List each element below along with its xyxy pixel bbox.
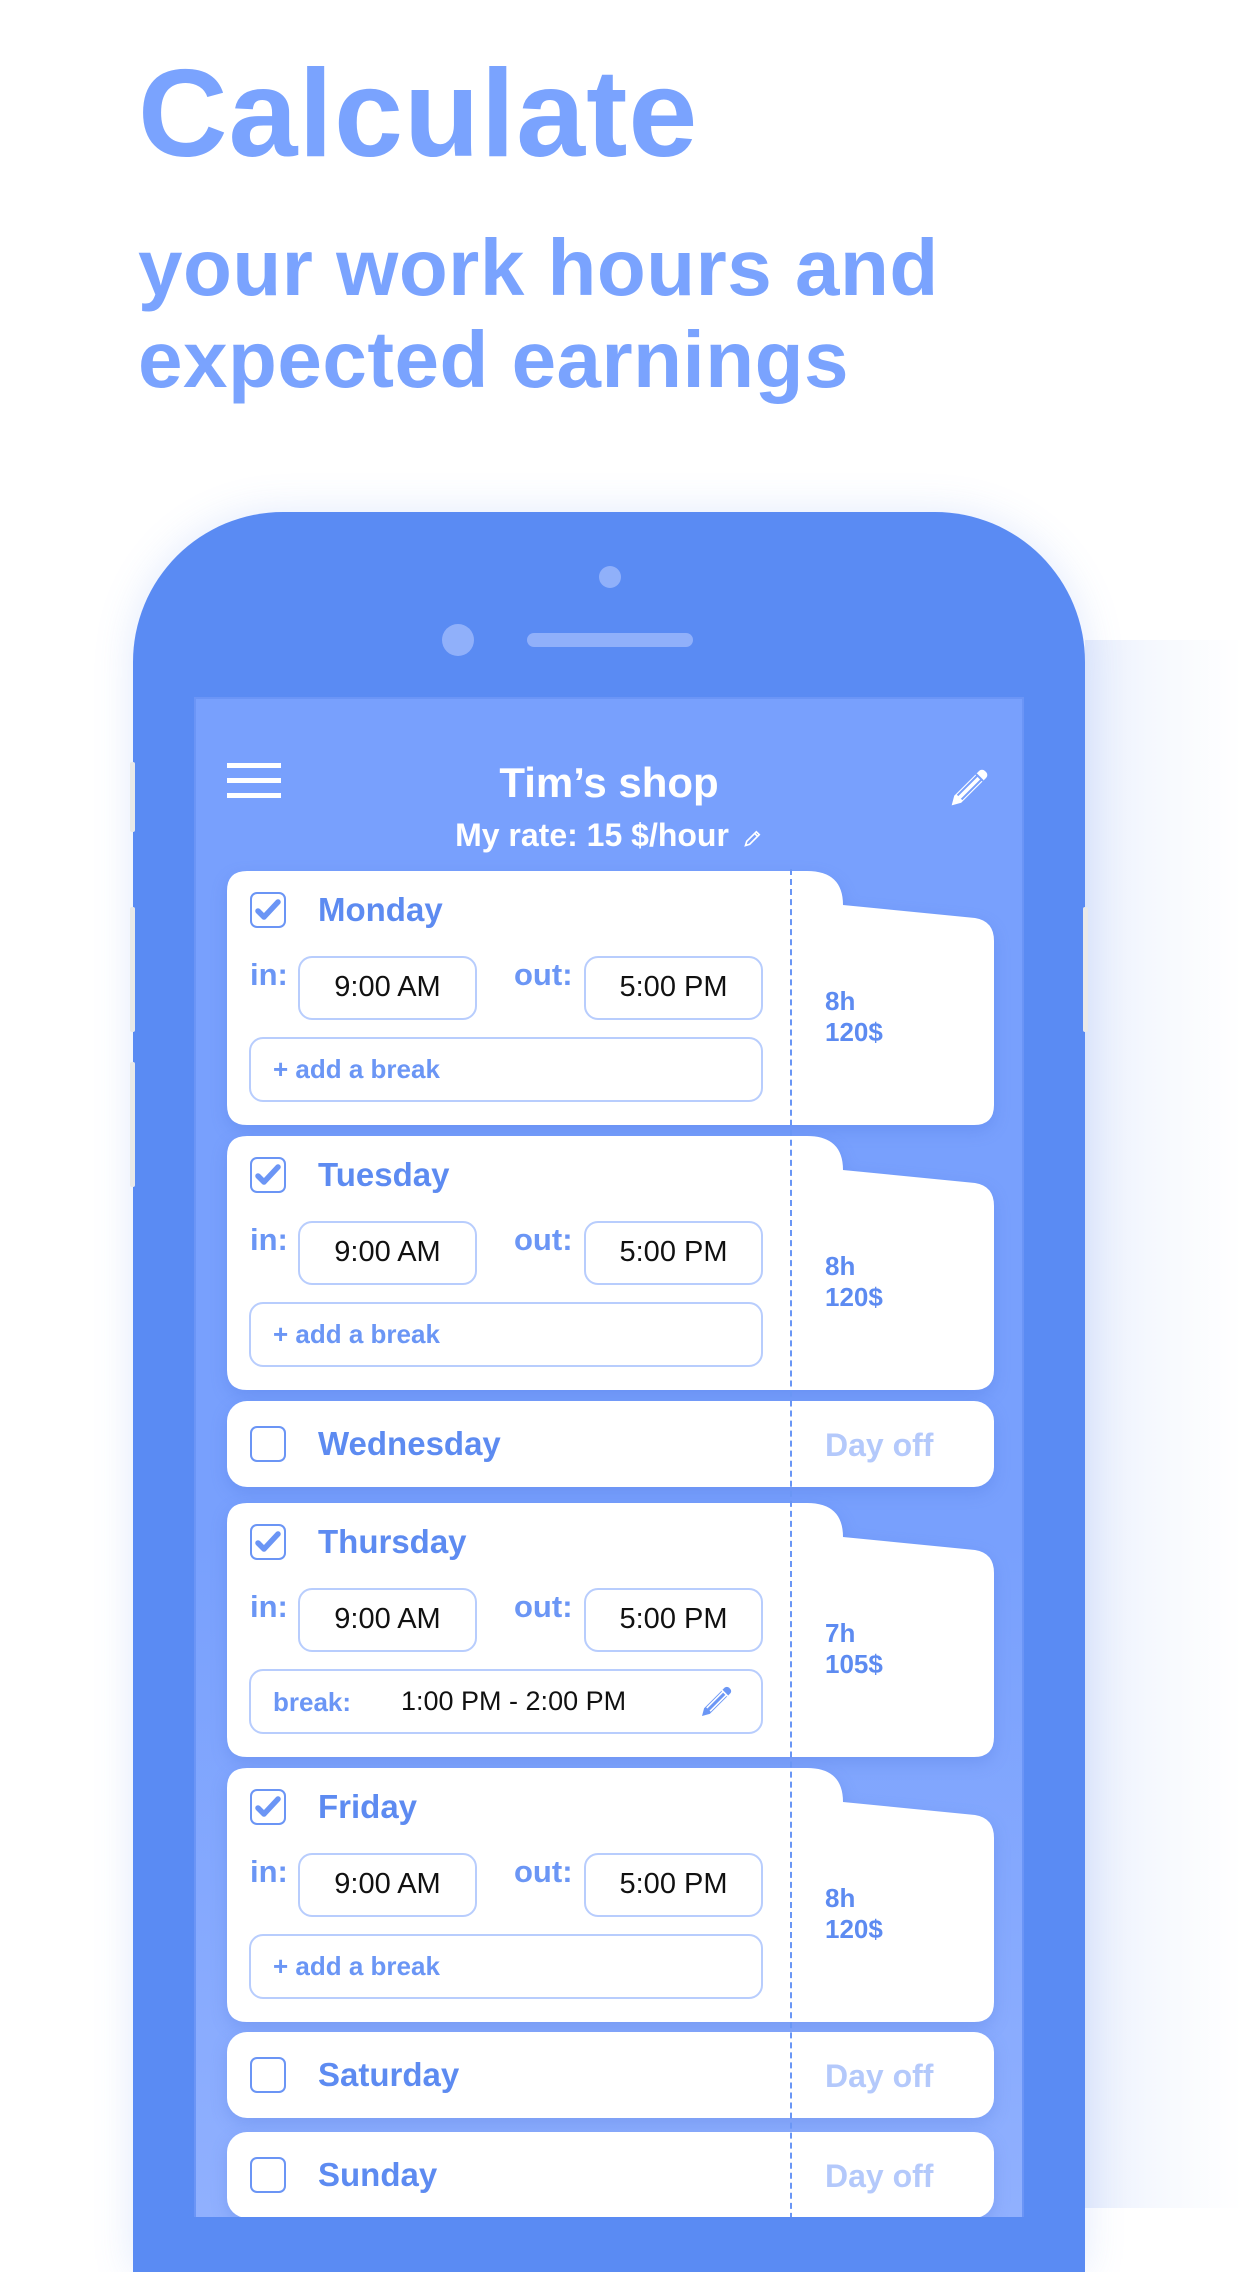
- promo-subheadline: your work hours and expected earnings: [138, 222, 939, 406]
- day-card-wednesday: Wednesday Day off: [227, 1401, 994, 1487]
- in-time-field[interactable]: 9:00 AM: [298, 1853, 477, 1917]
- in-time-field[interactable]: 9:00 AM: [298, 956, 477, 1020]
- checkmark-icon: [255, 899, 281, 920]
- day-summary: 7h 105$: [825, 1618, 883, 1680]
- phone-speaker: [527, 633, 693, 647]
- out-time-field[interactable]: 5:00 PM: [584, 1221, 763, 1285]
- in-time-field[interactable]: 9:00 AM: [298, 1221, 477, 1285]
- day-checkbox[interactable]: [250, 1789, 286, 1825]
- day-name: Tuesday: [318, 1156, 450, 1193]
- checkmark-icon: [255, 1796, 281, 1817]
- in-label: in:: [250, 1222, 288, 1257]
- out-time-field[interactable]: 5:00 PM: [584, 956, 763, 1020]
- pencil-icon[interactable]: [743, 819, 763, 856]
- add-break-label: + add a break: [273, 1054, 440, 1084]
- out-label: out:: [514, 957, 573, 992]
- phone-side-button-volume-up: [130, 907, 135, 1032]
- day-checkbox[interactable]: [250, 2157, 286, 2193]
- day-card-friday: Friday in: 9:00 AM out: 5:00 PM + add a …: [227, 1768, 994, 2022]
- day-name: Sunday: [318, 2156, 438, 2193]
- checkmark-icon: [255, 1164, 281, 1185]
- day-card-monday: Monday in: 9:00 AM out: 5:00 PM + add a …: [227, 871, 994, 1125]
- rate-row[interactable]: My rate: 15 $/hour: [196, 817, 1022, 856]
- app-screen: Tim’s shop My rate: 15 $/hour Monday in:…: [194, 697, 1024, 2217]
- day-hours: 8h: [825, 986, 856, 1016]
- day-earnings: 120$: [825, 1017, 883, 1047]
- phone-shadow: [1085, 640, 1242, 2208]
- day-checkbox[interactable]: [250, 892, 286, 928]
- edit-button[interactable]: [948, 765, 992, 809]
- day-card-thursday: Thursday in: 9:00 AM out: 5:00 PM break:…: [227, 1503, 994, 1757]
- day-checkbox[interactable]: [250, 1426, 286, 1462]
- day-name: Monday: [318, 891, 443, 928]
- phone-front-camera: [442, 624, 474, 656]
- day-name: Wednesday: [318, 1425, 501, 1462]
- break-label: break:: [273, 1687, 352, 1717]
- out-time-field[interactable]: 5:00 PM: [584, 1853, 763, 1917]
- phone-side-button-volume-down: [130, 1062, 135, 1187]
- in-label: in:: [250, 1854, 288, 1889]
- day-earnings: 120$: [825, 1282, 883, 1312]
- day-card-tuesday: Tuesday in: 9:00 AM out: 5:00 PM + add a…: [227, 1136, 994, 1390]
- day-hours: 8h: [825, 1251, 856, 1281]
- phone-proximity-sensor: [599, 566, 621, 588]
- day-checkbox[interactable]: [250, 1524, 286, 1560]
- day-earnings: 105$: [825, 1649, 883, 1679]
- day-card-sunday: Sunday Day off: [227, 2132, 994, 2217]
- add-break-button[interactable]: + add a break: [249, 1934, 763, 1999]
- break-time-range: 1:00 PM - 2:00 PM: [401, 1686, 627, 1716]
- out-label: out:: [514, 1222, 573, 1257]
- day-name: Saturday: [318, 2056, 460, 2093]
- rate-text: My rate: 15 $/hour: [455, 817, 729, 853]
- day-checkbox[interactable]: [250, 2057, 286, 2093]
- day-summary: 8h 120$: [825, 1883, 883, 1945]
- break-field[interactable]: break: 1:00 PM - 2:00 PM: [249, 1669, 763, 1734]
- shop-title: Tim’s shop: [499, 759, 719, 806]
- edit-break-pencil-icon[interactable]: [699, 1683, 735, 1724]
- in-label: in:: [250, 957, 288, 992]
- phone-side-button-power: [1083, 907, 1088, 1032]
- add-break-button[interactable]: + add a break: [249, 1302, 763, 1367]
- day-off-status: Day off: [825, 2058, 934, 2094]
- promo-headline: Calculate: [138, 45, 699, 183]
- out-label: out:: [514, 1854, 573, 1889]
- day-name: Thursday: [318, 1523, 467, 1560]
- promo-subheadline-line-2: expected earnings: [138, 315, 849, 404]
- in-label: in:: [250, 1589, 288, 1624]
- out-label: out:: [514, 1589, 573, 1624]
- day-off-status: Day off: [825, 2158, 934, 2194]
- day-card-saturday: Saturday Day off: [227, 2032, 994, 2118]
- add-break-label: + add a break: [273, 1951, 440, 1981]
- pencil-icon: [951, 769, 988, 806]
- add-break-button[interactable]: + add a break: [249, 1037, 763, 1102]
- day-hours: 8h: [825, 1883, 856, 1913]
- day-summary: 8h 120$: [825, 1251, 883, 1313]
- out-time-field[interactable]: 5:00 PM: [584, 1588, 763, 1652]
- day-checkbox[interactable]: [250, 1157, 286, 1193]
- promo-subheadline-line-1: your work hours and: [138, 223, 939, 312]
- phone-side-button-mute: [130, 762, 135, 832]
- day-earnings: 120$: [825, 1914, 883, 1944]
- day-name: Friday: [318, 1788, 418, 1825]
- column-divider: [790, 869, 792, 2217]
- day-off-status: Day off: [825, 1427, 934, 1463]
- checkmark-icon: [255, 1531, 281, 1552]
- day-hours: 7h: [825, 1618, 856, 1648]
- in-time-field[interactable]: 9:00 AM: [298, 1588, 477, 1652]
- day-summary: 8h 120$: [825, 986, 883, 1048]
- add-break-label: + add a break: [273, 1319, 440, 1349]
